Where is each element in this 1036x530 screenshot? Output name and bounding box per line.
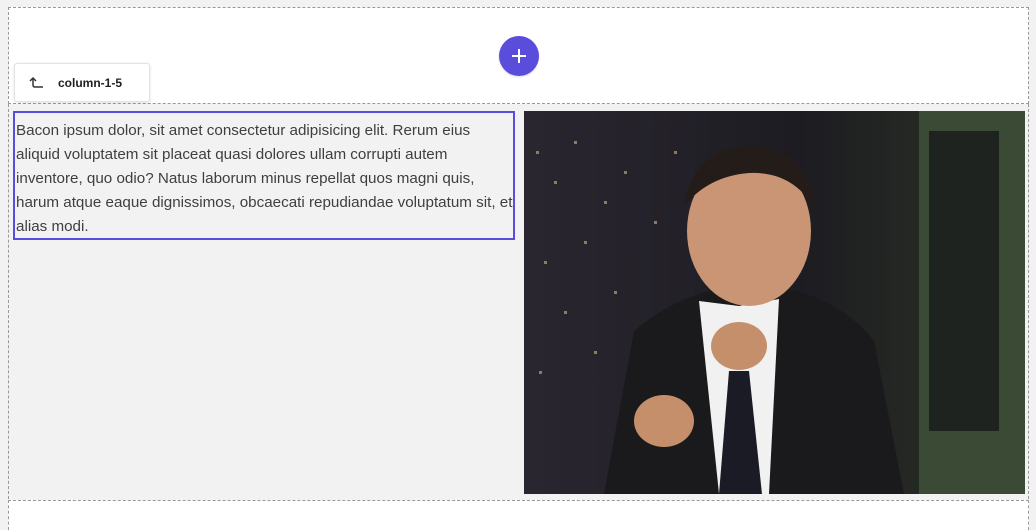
- select-parent-breadcrumb[interactable]: column-1-5: [14, 63, 150, 102]
- editor-canvas: column-1-5 Bacon ipsum dolor, sit amet c…: [0, 0, 1036, 530]
- add-block-button[interactable]: [499, 36, 539, 76]
- arrow-up-left-icon: [29, 75, 45, 91]
- image-photo: [524, 111, 1025, 494]
- paragraph-text[interactable]: Bacon ipsum dolor, sit amet consectetur …: [16, 119, 513, 239]
- plus-icon: [512, 49, 526, 63]
- breadcrumb-label: column-1-5: [58, 75, 123, 90]
- column-image[interactable]: [524, 111, 1025, 494]
- section-below[interactable]: [8, 500, 1029, 530]
- column-text-block[interactable]: Bacon ipsum dolor, sit amet consectetur …: [13, 111, 515, 240]
